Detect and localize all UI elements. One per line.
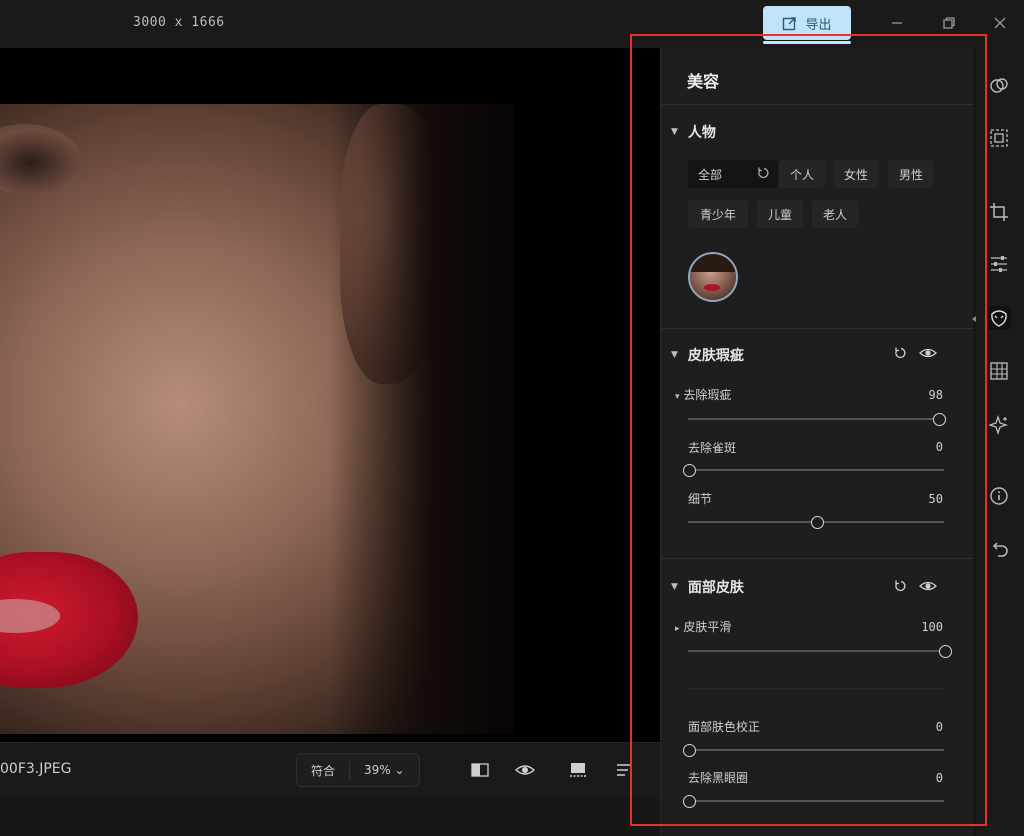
chip-male[interactable]: 男性 — [888, 160, 934, 188]
expand-triangle-icon[interactable]: ▾ — [675, 392, 680, 402]
chip-elderly[interactable]: 老人 — [812, 200, 858, 228]
reset-icon[interactable] — [893, 346, 907, 364]
slider-remove-freckles-thumb[interactable] — [682, 464, 696, 477]
export-underline — [763, 41, 851, 44]
export-button[interactable]: 导出 — [763, 6, 851, 44]
zoom-controls: 符合 39% ⌄ — [296, 753, 420, 787]
undo-icon[interactable] — [987, 538, 1011, 562]
slider-dark-circles-thumb[interactable] — [682, 795, 696, 808]
slider-remove-freckles-label: 去除雀斑 — [688, 441, 737, 455]
title-bar: 3000 x 1666 导出 — [0, 0, 1024, 48]
zoom-select[interactable]: 39% ⌄ — [350, 763, 419, 777]
chip-female[interactable]: 女性 — [833, 160, 879, 188]
skin-blemish-section-header[interactable]: ▼ 皮肤瑕疵 — [671, 345, 744, 365]
slider-dark-circles-label: 去除黑眼圈 — [688, 771, 749, 785]
slider-skin-smooth-value: 100 — [921, 620, 943, 634]
face-skin-header-label: 面部皮肤 — [687, 580, 744, 596]
skin-blemish-divider — [661, 558, 973, 559]
avatar-lips — [704, 284, 720, 291]
photo-hair — [330, 104, 514, 734]
reset-icon[interactable] — [756, 166, 770, 183]
slider-skin-smooth-thumb[interactable] — [938, 645, 952, 658]
chip-child[interactable]: 儿童 — [757, 200, 803, 228]
panel-title: 美容 — [687, 72, 720, 91]
slider-face-tone-track[interactable] — [688, 749, 944, 751]
photo-eye — [0, 124, 80, 194]
list-icon[interactable] — [614, 761, 634, 779]
slider-remove-blemish-text: 去除瑕疵 — [683, 388, 732, 402]
sparkle-icon[interactable] — [987, 413, 1011, 437]
face-skin-actions — [893, 579, 937, 597]
grid-icon[interactable] — [987, 359, 1011, 383]
slider-face-tone-value: 0 — [935, 720, 943, 734]
slider-remove-blemish-track[interactable] — [688, 418, 944, 420]
title-divider — [661, 104, 973, 105]
eye-icon[interactable] — [919, 346, 937, 364]
chip-teen[interactable]: 青少年 — [688, 200, 748, 228]
filmstrip-icon[interactable] — [568, 761, 588, 779]
bottom-toolbar: 00F3.JPEG 符合 39% ⌄ — [0, 742, 660, 797]
collapse-triangle-icon: ▼ — [671, 350, 678, 360]
restore-icon[interactable] — [940, 14, 958, 32]
subsection-divider — [688, 688, 944, 689]
slider-skin-smooth-track[interactable] — [688, 650, 944, 652]
slider-remove-blemish-thumb[interactable] — [933, 413, 947, 426]
active-tool-pointer — [972, 316, 976, 322]
avatar-hair — [690, 254, 736, 272]
eye-icon[interactable] — [919, 579, 937, 597]
slider-remove-freckles-track[interactable] — [688, 469, 944, 471]
close-icon[interactable] — [991, 14, 1009, 32]
image-canvas[interactable] — [0, 48, 660, 742]
image-dimensions: 3000 x 1666 — [133, 15, 225, 30]
slider-skin-smooth-label: ▸ 皮肤平滑 — [675, 618, 731, 635]
beauty-panel: 美容 ▼ 人物 全部 个人 女性 男性 青少年 儿童 老人 ▼ 皮肤瑕疵 ▾ 去… — [660, 48, 973, 836]
people-divider — [661, 328, 973, 329]
beauty-icon[interactable] — [987, 306, 1011, 330]
skin-blemish-actions — [893, 346, 937, 364]
skin-blemish-header-label: 皮肤瑕疵 — [687, 348, 744, 364]
portrait-photo — [0, 104, 514, 734]
chip-individual[interactable]: 个人 — [779, 160, 825, 188]
slider-dark-circles-track[interactable] — [688, 800, 944, 802]
slider-detail-label: 细节 — [688, 492, 713, 506]
select-icon[interactable] — [987, 126, 1011, 150]
collapse-triangle-icon: ▼ — [671, 582, 678, 592]
export-label: 导出 — [805, 17, 832, 33]
slider-dark-circles-value: 0 — [935, 771, 943, 785]
export-icon — [783, 16, 797, 30]
slider-remove-blemish-label: ▾ 去除瑕疵 — [675, 386, 731, 403]
slider-face-tone-thumb[interactable] — [682, 744, 696, 757]
chip-all-label: 全部 — [698, 167, 723, 182]
minimize-icon[interactable] — [888, 14, 906, 32]
slider-face-tone-label: 面部肤色校正 — [688, 720, 761, 734]
file-name: 00F3.JPEG — [0, 761, 72, 777]
crop-icon[interactable] — [987, 200, 1011, 224]
info-icon[interactable] — [987, 484, 1011, 508]
person-avatar[interactable] — [688, 252, 738, 302]
slider-detail-thumb[interactable] — [810, 516, 824, 529]
expand-triangle-icon[interactable]: ▸ — [675, 624, 680, 634]
face-skin-section-header[interactable]: ▼ 面部皮肤 — [671, 577, 744, 597]
fit-button[interactable]: 符合 — [297, 762, 349, 779]
chip-all[interactable]: 全部 — [688, 160, 778, 188]
eye-icon[interactable] — [515, 761, 535, 779]
slider-skin-smooth-text: 皮肤平滑 — [683, 620, 732, 634]
slider-remove-freckles-value: 0 — [935, 440, 943, 454]
slider-remove-blemish-value: 98 — [928, 388, 943, 402]
slider-detail-value: 50 — [928, 492, 943, 506]
adjust-icon[interactable] — [987, 252, 1011, 276]
people-header-label: 人物 — [687, 125, 716, 141]
compare-icon[interactable] — [470, 761, 490, 779]
overlay-icon[interactable] — [987, 74, 1011, 98]
reset-icon[interactable] — [893, 579, 907, 597]
collapse-triangle-icon: ▼ — [671, 127, 678, 137]
tool-rail — [976, 48, 1024, 836]
people-section-header[interactable]: ▼ 人物 — [671, 122, 716, 142]
